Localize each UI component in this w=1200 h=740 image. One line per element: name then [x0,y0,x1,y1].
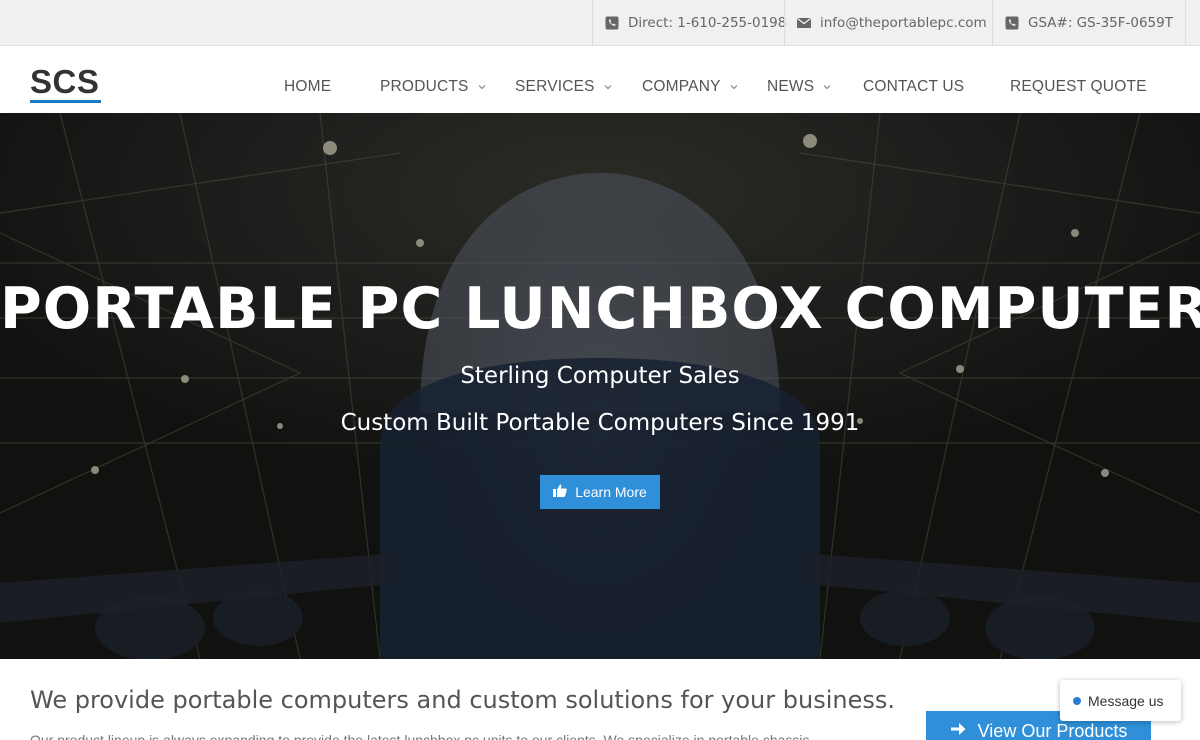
learn-more-button[interactable]: Learn More [540,475,660,509]
nav-label: REQUEST QUOTE [1010,78,1147,95]
envelope-icon [797,16,811,30]
top-contact-bar: Direct: 1-610-255-0198 info@theportablep… [0,0,1200,46]
thumbs-up-icon [553,484,567,500]
intro-blurb: Our product lineup is always expanding t… [30,732,810,740]
logo-underline [30,100,101,103]
chevron-down-icon [823,83,831,91]
message-us-widget[interactable]: Message us [1060,680,1181,721]
hero-tagline: Custom Built Portable Computers Since 19… [340,410,860,436]
site-header: SCS HOME PRODUCTS SERVICES COMPANY NEWS … [0,47,1200,113]
nav-label: COMPANY [642,78,721,95]
nav-label: SERVICES [515,78,595,95]
intro-heading: We provide portable computers and custom… [30,686,895,714]
hero-banner: PORTABLE PC LUNCHBOX COMPUTERS Sterling … [0,113,1200,659]
site-logo[interactable]: SCS [30,65,99,98]
phone-text: Direct: 1-610-255-0198 [628,15,787,31]
nav-label: HOME [284,78,332,95]
phone-icon [1005,16,1019,30]
nav-home[interactable]: HOME [284,78,331,96]
email-text: info@theportablepc.com [820,15,987,31]
nav-company[interactable]: COMPANY [642,78,738,96]
phone-icon [605,16,619,30]
nav-label: NEWS [767,78,815,95]
email-contact[interactable]: info@theportablepc.com [784,0,999,46]
chevron-down-icon [604,83,612,91]
nav-label: CONTACT US [863,78,965,95]
gsa-text: GSA#: GS-35F-0659T [1028,15,1173,31]
online-status-dot [1073,696,1081,705]
nav-products[interactable]: PRODUCTS [380,78,486,96]
view-products-label: View Our Products [977,720,1128,740]
message-us-label: Message us [1088,692,1164,709]
nav-request-quote[interactable]: REQUEST QUOTE [1010,78,1147,96]
phone-contact[interactable]: Direct: 1-610-255-0198 [592,0,798,46]
chevron-down-icon [478,83,486,91]
arrow-right-icon [950,721,966,740]
nav-label: PRODUCTS [380,78,469,95]
gsa-contact: GSA#: GS-35F-0659T [992,0,1186,46]
nav-services[interactable]: SERVICES [515,78,612,96]
learn-more-label: Learn More [575,484,647,500]
nav-contact-us[interactable]: CONTACT US [863,78,964,96]
hero-subtitle: Sterling Computer Sales [460,363,740,389]
hero-title: PORTABLE PC LUNCHBOX COMPUTERS [0,276,1200,342]
chevron-down-icon [730,83,738,91]
nav-news[interactable]: NEWS [767,78,831,96]
intro-section: We provide portable computers and custom… [0,659,1200,740]
